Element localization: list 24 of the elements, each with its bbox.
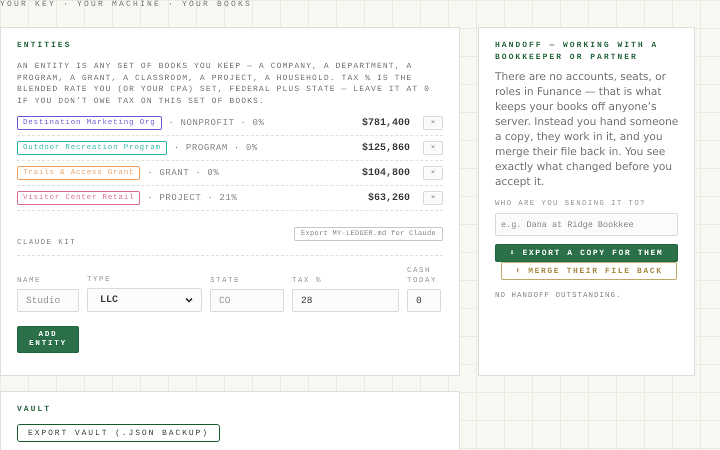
entity-meta: · PROJECT · 21% [147,193,238,203]
merge-file-button[interactable]: ⬆ MERGE THEIR FILE BACK [501,262,677,280]
section-title: VAULT [17,404,52,416]
export-copy-button[interactable]: ⬇ EXPORT A COPY FOR THEM [495,244,678,262]
entity-amount: $781,400 [362,118,410,128]
export-vault-button[interactable]: EXPORT VAULT (.JSON BACKUP) [17,424,220,442]
input-field[interactable]: 28 [292,289,399,312]
input-field[interactable]: 0 [407,289,441,312]
entity-amount: $63,260 [368,192,410,204]
entity-meta: · PROGRAM · 0% [174,143,258,153]
section-title: HANDOFF — WORKING WITH A BOOKKEEPER OR PARTNER [495,40,660,64]
input-field[interactable]: Studio [17,289,79,312]
entity-meta: · GRANT · 0% [147,168,220,178]
entity-amount: $125,860 [362,142,410,154]
input-field[interactable]: CO [210,289,284,312]
chevron-down-icon [185,297,193,303]
tagline: YOUR KEY · YOUR MACHINE · YOUR BOOKS [0,0,254,10]
recipient-field[interactable]: e.g. Dana at Ridge Bookkee [495,213,678,236]
type-select[interactable]: LLC [87,288,202,312]
section-title: ENTITIES [17,40,72,52]
intro-text: AN ENTITY IS ANY SET OF BOOKS YOU KEEP — A COMPANY, A DEPARTMENT, A PROGRAM, A GRANT, A CLASSROOM, A PROJECT, A HOUSEHOLD. TAX % IS THE BLENDED RATE YOU (OR YOUR CPA) SET, FEDERAL PLUS STATE — LEAVE IT AT 0 IF YOU DON’T OWE TAX ON THIS SET OF BOOKS. [17,61,432,107]
entity-meta: · NONPROFIT · 0% [168,118,265,128]
entity-amount: $104,800 [362,168,410,178]
handoff-text: There are no accounts, seats, or roles in Funance — that is what keeps your books off anyone’s server. Instead you hand someone a copy, they work in it, and you merge their file back in. You see exactly what changed before you accept it. [495,70,680,190]
